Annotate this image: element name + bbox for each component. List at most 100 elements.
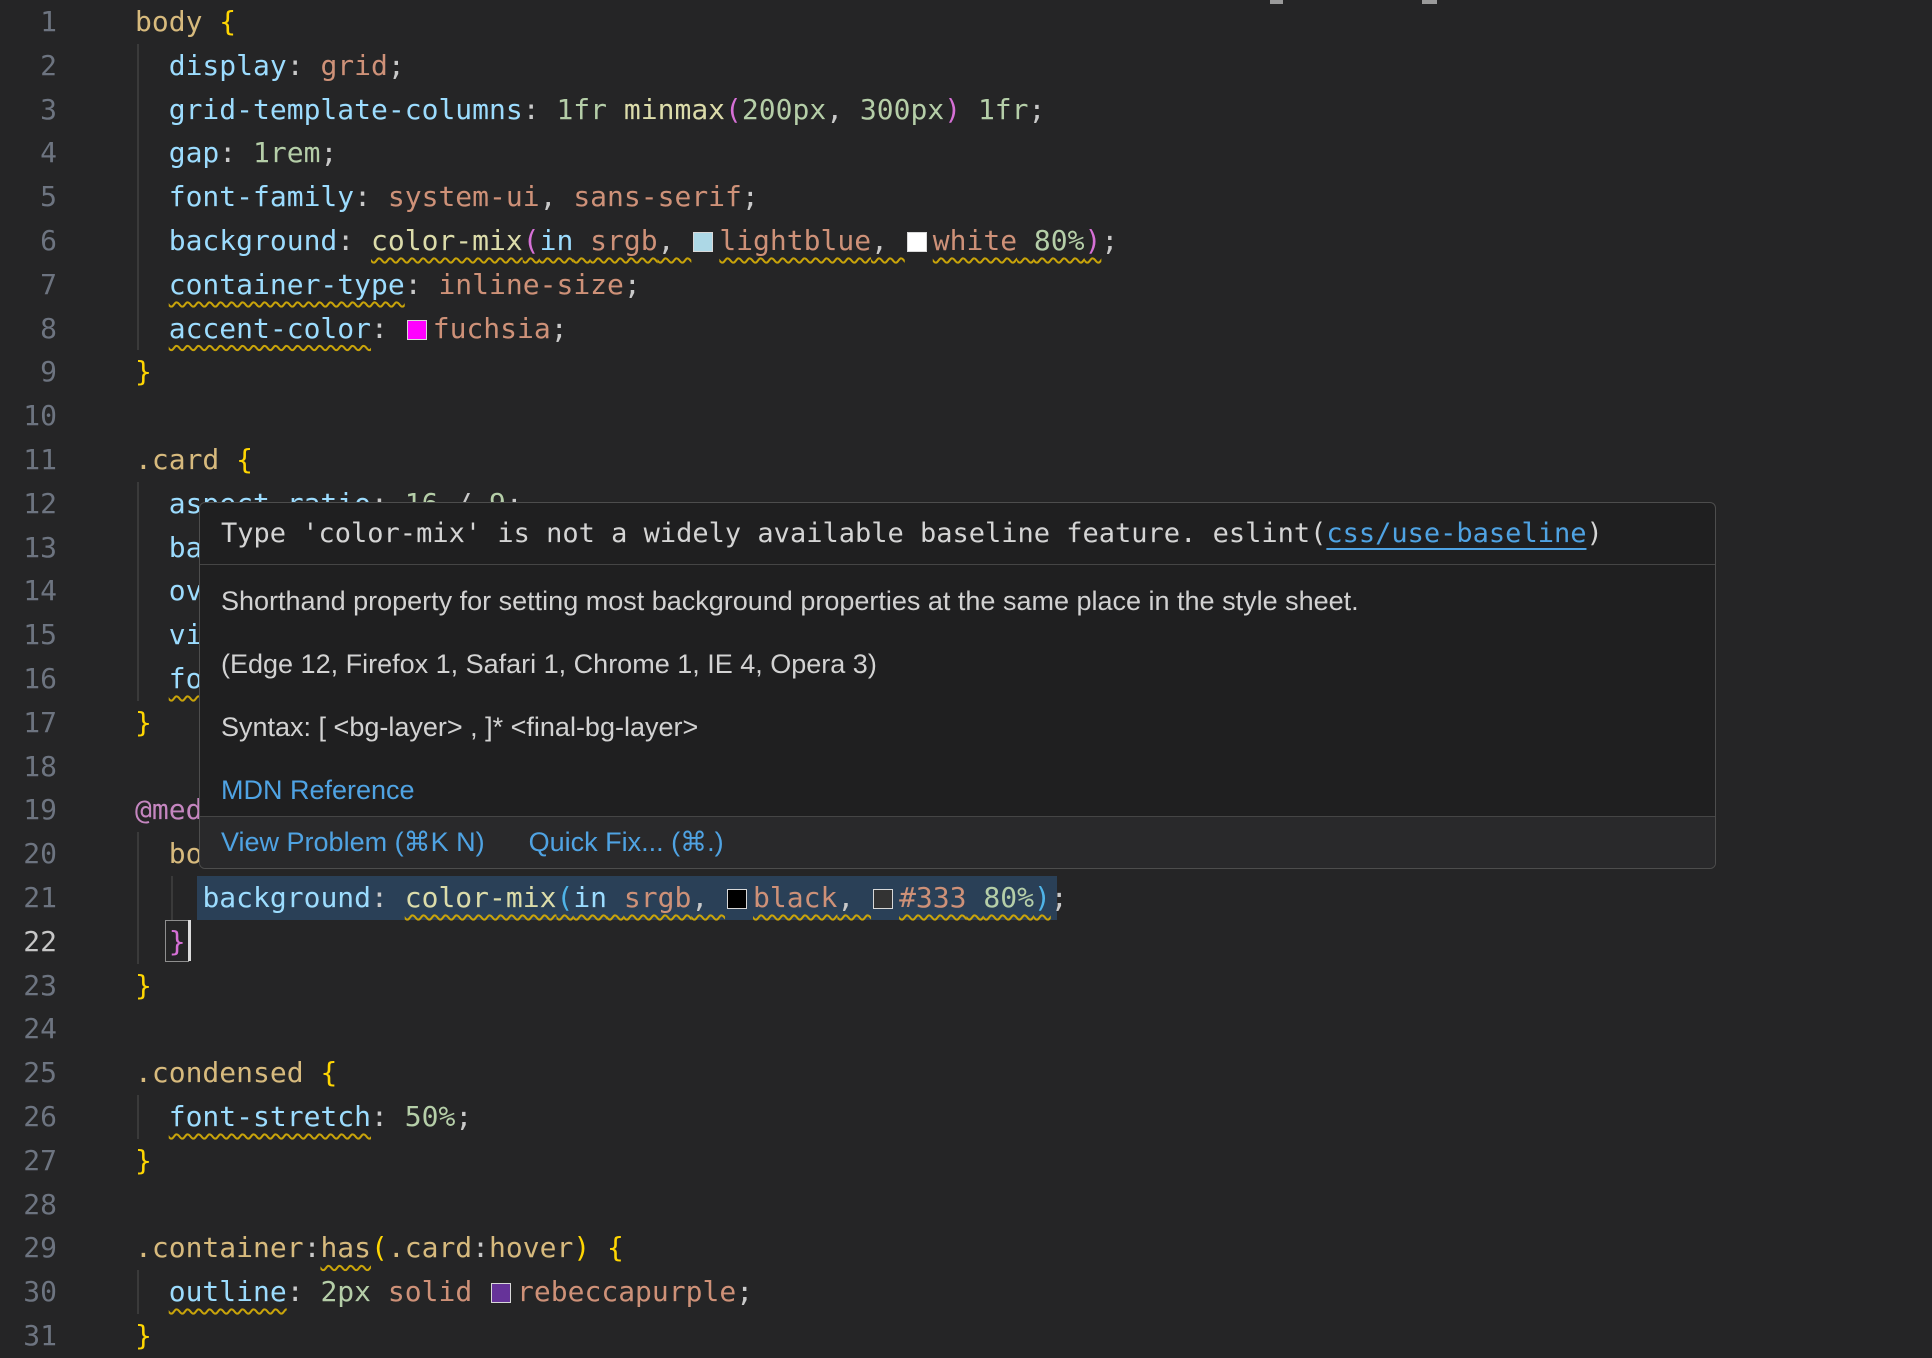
code-token: :	[472, 1231, 489, 1264]
code-line[interactable]: 22 }	[0, 920, 1932, 964]
code-token: :	[371, 1100, 405, 1133]
code-line[interactable]: 6 background: color-mix(in srgb, lightbl…	[0, 219, 1932, 263]
code-line[interactable]: 27}	[0, 1139, 1932, 1183]
line-number: 12	[0, 482, 57, 526]
code-token: .card	[388, 1231, 472, 1264]
code-line[interactable]: 3 grid-template-columns: 1fr minmax(200p…	[0, 88, 1932, 132]
code-token: sans-serif	[573, 180, 742, 213]
code-text: }	[57, 1314, 152, 1358]
code-token: 1rem	[253, 136, 320, 169]
code-text: @med	[57, 788, 202, 832]
code-token: :	[523, 93, 557, 126]
code-token	[135, 881, 202, 914]
code-token: color-mix	[371, 224, 523, 257]
code-token: display	[169, 49, 287, 82]
syntax-info: Syntax: [ <bg-layer> , ]* <final-bg-laye…	[221, 709, 1694, 745]
line-number: 6	[0, 219, 57, 263]
code-token: container-type	[169, 268, 405, 301]
code-token	[135, 574, 169, 607]
line-number: 17	[0, 701, 57, 745]
code-line[interactable]: 30 outline: 2px solid rebeccapurple;	[0, 1270, 1932, 1314]
code-token: minmax	[624, 93, 725, 126]
code-token	[135, 837, 169, 870]
line-number: 3	[0, 88, 57, 132]
line-number: 9	[0, 350, 57, 394]
code-token	[961, 93, 978, 126]
code-token	[135, 180, 169, 213]
code-token	[135, 312, 169, 345]
code-token: .container	[135, 1231, 304, 1264]
code-token	[135, 925, 169, 958]
code-line[interactable]: 25.condensed {	[0, 1051, 1932, 1095]
code-line[interactable]: 26 font-stretch: 50%;	[0, 1095, 1932, 1139]
code-token	[135, 224, 169, 257]
code-line[interactable]: 11 .card {	[0, 438, 1932, 482]
code-text	[57, 394, 135, 438]
code-token: ,	[826, 93, 860, 126]
code-token: system-ui	[388, 180, 540, 213]
code-line[interactable]: 1body {	[0, 0, 1932, 44]
line-number: 1	[0, 0, 57, 44]
line-number: 11	[0, 438, 57, 482]
code-line[interactable]: 5 font-family: system-ui, sans-serif;	[0, 175, 1932, 219]
problem-source: eslint(	[1213, 518, 1327, 549]
code-line[interactable]: 10	[0, 394, 1932, 438]
code-token: rebeccapurple	[517, 1275, 736, 1308]
line-number: 13	[0, 526, 57, 570]
code-token: }	[135, 1319, 152, 1352]
mdn-reference-link[interactable]: MDN Reference	[221, 772, 415, 808]
code-token: )	[573, 1231, 590, 1264]
line-number: 10	[0, 394, 57, 438]
view-problem-button[interactable]: View Problem (⌘K N)	[221, 827, 485, 858]
line-number: 4	[0, 131, 57, 175]
line-number: 29	[0, 1226, 57, 1270]
code-token: :	[219, 136, 253, 169]
quick-fix-button[interactable]: Quick Fix... (⌘.)	[529, 827, 724, 858]
code-line[interactable]: 8 accent-color: fuchsia;	[0, 307, 1932, 351]
code-text: fo	[57, 657, 202, 701]
code-line[interactable]: 24	[0, 1007, 1932, 1051]
code-line[interactable]: 29.container:has(.card:hover) {	[0, 1226, 1932, 1270]
code-line[interactable]: 9}	[0, 350, 1932, 394]
code-line[interactable]: 28	[0, 1183, 1932, 1227]
code-token: .card	[135, 443, 219, 476]
code-line[interactable]: 4 gap: 1rem;	[0, 131, 1932, 175]
code-token: vi	[169, 618, 203, 651]
code-token: :	[354, 180, 388, 213]
color-swatch	[491, 1283, 511, 1303]
code-text: font-family: system-ui, sans-serif;	[57, 175, 759, 219]
code-token: 1fr	[556, 93, 607, 126]
code-token	[135, 1275, 169, 1308]
code-token	[304, 1056, 321, 1089]
code-token: srgb	[624, 881, 691, 914]
code-token: {	[236, 443, 253, 476]
code-line[interactable]: 31}	[0, 1314, 1932, 1358]
code-line[interactable]: 21 background: color-mix(in srgb, black,…	[0, 876, 1932, 920]
line-number: 31	[0, 1314, 57, 1358]
code-token: white	[933, 224, 1017, 257]
code-token: {	[607, 1231, 624, 1264]
property-description: Shorthand property for setting most back…	[221, 583, 1694, 619]
code-token: :	[371, 881, 405, 914]
eslint-rule-link[interactable]: css/use-baseline	[1326, 518, 1586, 549]
color-swatch	[407, 320, 427, 340]
code-token: (	[523, 224, 540, 257]
code-token: }	[135, 706, 152, 739]
code-token: ;	[1029, 93, 1046, 126]
code-token: ;	[1101, 224, 1118, 257]
code-token: ;	[742, 180, 759, 213]
browser-support: (Edge 12, Firefox 1, Safari 1, Chrome 1,…	[221, 646, 1694, 682]
line-number: 8	[0, 307, 57, 351]
code-token: fuchsia	[433, 312, 551, 345]
code-token	[590, 1231, 607, 1264]
line-number: 28	[0, 1183, 57, 1227]
code-line[interactable]: 2 display: grid;	[0, 44, 1932, 88]
code-line[interactable]: 23}	[0, 964, 1932, 1008]
code-token: ;	[624, 268, 641, 301]
code-line[interactable]: 7 container-type: inline-size;	[0, 263, 1932, 307]
code-token: #333	[899, 881, 966, 914]
bracket-match-box	[165, 920, 189, 962]
line-number: 27	[0, 1139, 57, 1183]
code-token: 1fr	[978, 93, 1029, 126]
code-text: .condensed {	[57, 1051, 337, 1095]
